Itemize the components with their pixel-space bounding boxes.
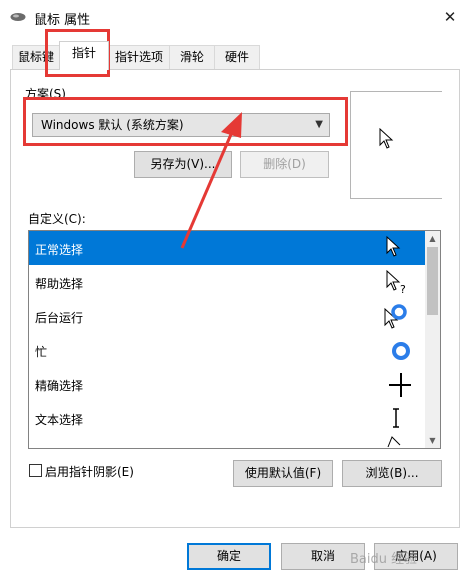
close-button[interactable]: ✕ [436,4,464,30]
cancel-label: 取消 [310,549,335,563]
close-icon: ✕ [443,8,457,26]
list-item-label: 正常选择 [35,243,84,257]
watermark: Baidu 经验 [350,552,418,567]
list-item[interactable]: 帮助选择 ? [29,265,425,299]
tab-strip: 鼠标键 指针 指针选项 滑轮 硬件 [0,40,469,70]
list-item[interactable]: 正常选择 [29,231,425,265]
tab-hardware[interactable]: 硬件 [214,45,260,69]
tab-label: 指针 [71,46,96,60]
list-item-label: 帮助选择 [35,277,84,291]
title-bar: 鼠标 属性 ✕ [0,0,469,34]
tab-buttons[interactable]: 鼠标键 [12,45,60,69]
list-item[interactable]: 后台运行 [29,299,425,333]
scheme-label: 方案(S) [25,87,66,101]
cursor-preview [350,91,442,199]
browse-label: 浏览(B)... [365,466,419,480]
list-item[interactable]: 文本选择 [29,401,425,435]
tab-pointers[interactable]: 指针 [59,41,109,70]
scheme-dropdown[interactable]: Windows 默认 (系统方案) ▼ [32,113,330,137]
list-item-label: 忙 [35,345,48,359]
tab-label: 指针选项 [114,50,163,64]
list-item-label: 精确选择 [35,379,84,393]
scroll-down-icon[interactable]: ▼ [425,433,440,448]
ok-button[interactable]: 确定 [187,543,271,570]
scroll-up-icon[interactable]: ▲ [425,231,440,246]
cursor-list[interactable]: 正常选择 帮助选择 ? 后台运行 忙 精确选择 文本选择 ▲ ▼ [28,230,441,449]
list-item-label: 后台运行 [35,311,84,325]
delete-label: 删除(D) [263,157,306,171]
arrow-cursor-icon [386,235,401,257]
crosshair-cursor-icon [389,373,411,397]
pointer-shadow-checkbox[interactable] [29,464,42,477]
list-scrollbar[interactable]: ▲ ▼ [425,231,440,448]
delete-button[interactable]: 删除(D) [240,151,329,178]
use-default-label: 使用默认值(F) [244,466,322,480]
save-as-label: 另存为(V)... [150,157,216,171]
working-in-background-cursor-icon [384,304,407,329]
list-item[interactable]: 忙 [29,333,425,367]
tab-label: 硬件 [224,50,249,64]
text-beam-cursor-icon [393,408,399,428]
ok-label: 确定 [216,549,241,563]
pointer-shadow-label: 启用指针阴影(E) [45,465,134,479]
mouse-app-icon [10,13,26,21]
save-as-button[interactable]: 另存为(V)... [134,151,232,178]
chevron-down-icon: ▼ [315,119,323,130]
list-item[interactable]: 精确选择 [29,367,425,401]
tab-pointer-options[interactable]: 指针选项 [108,45,170,69]
tab-wheel[interactable]: 滑轮 [169,45,215,69]
tab-label: 滑轮 [179,50,204,64]
svg-text:?: ? [400,283,406,296]
list-item-label: 文本选择 [35,413,84,427]
window-title: 鼠标 属性 [34,13,91,28]
customize-label: 自定义(C): [28,212,86,226]
use-default-button[interactable]: 使用默认值(F) [233,460,333,487]
busy-cursor-icon [392,342,410,360]
scheme-selected-value: Windows 默认 (系统方案) [41,118,184,132]
arrow-cursor-icon [379,128,394,149]
tab-label: 鼠标键 [17,50,54,64]
help-cursor-icon: ? [386,269,406,296]
browse-button[interactable]: 浏览(B)... [342,460,442,487]
handwriting-cursor-icon [387,436,401,448]
scroll-thumb[interactable] [427,247,438,315]
